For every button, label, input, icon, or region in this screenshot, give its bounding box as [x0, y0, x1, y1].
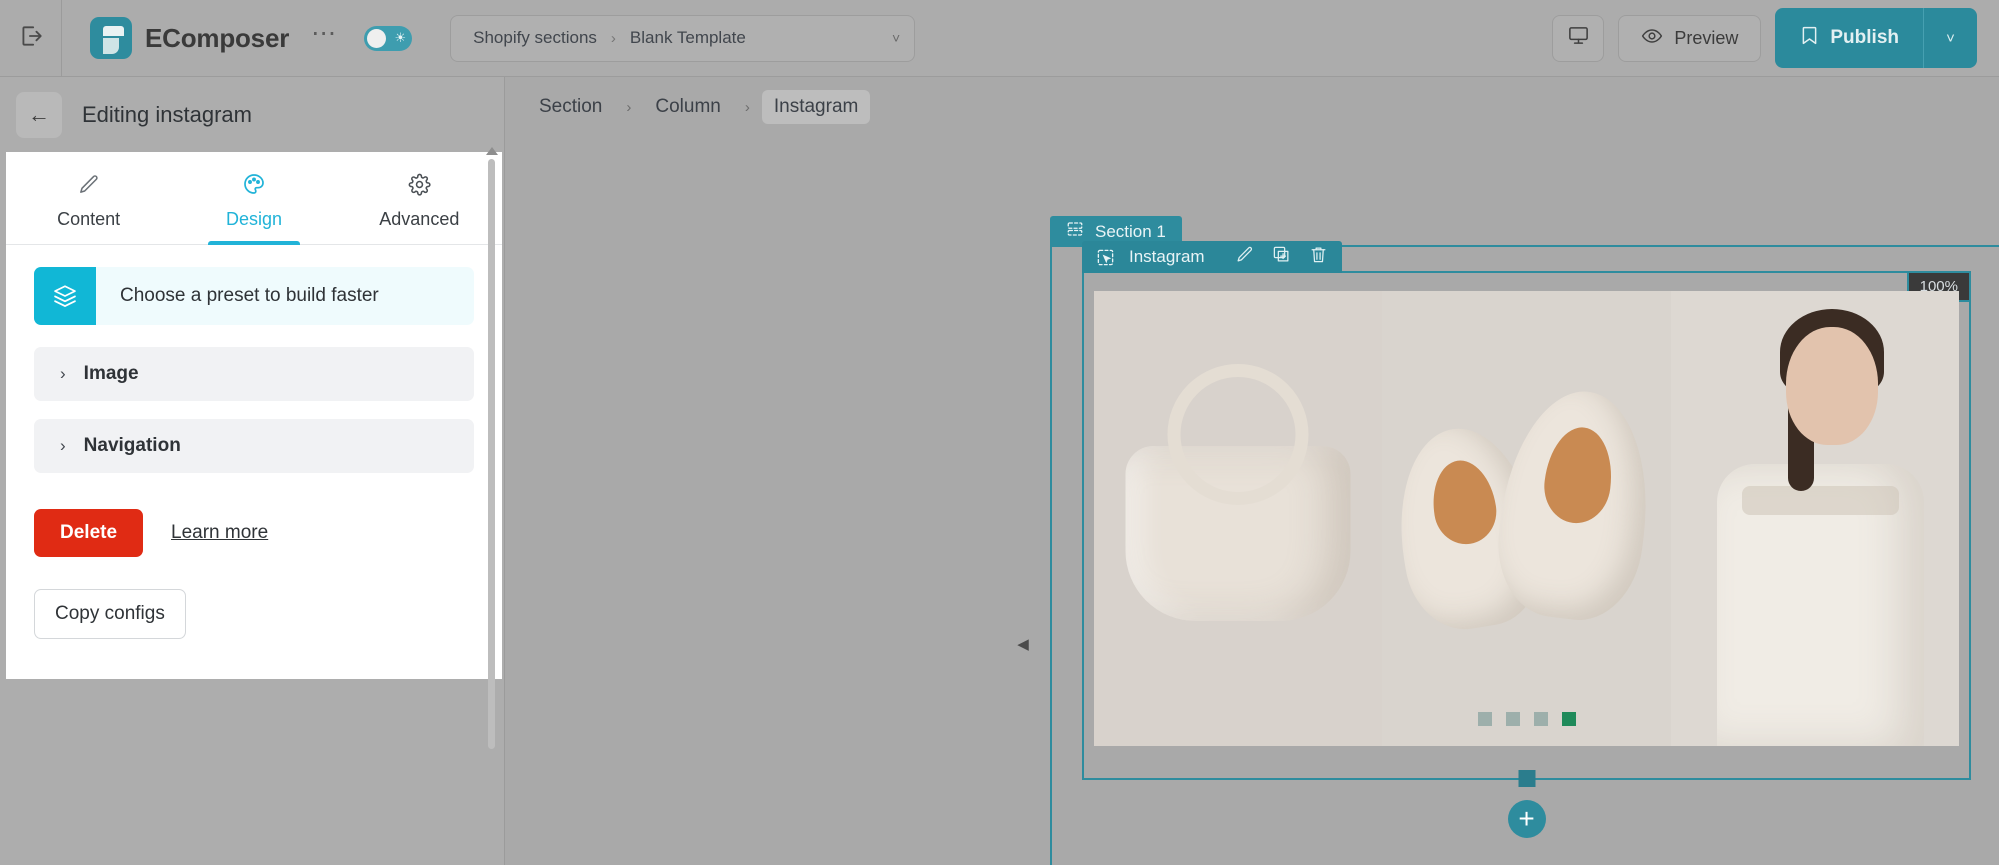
resize-handle[interactable] [1518, 770, 1535, 787]
head-shape [1785, 327, 1878, 446]
design-panel: Choose a preset to build faster › Image … [6, 245, 502, 679]
carousel-dot-active[interactable] [1561, 712, 1576, 726]
choose-preset-button[interactable]: Choose a preset to build faster [34, 267, 474, 325]
tab-design-label: Design [225, 209, 282, 229]
sidebar-header: ← Editing instagram [0, 77, 504, 152]
shoe-shape-right [1490, 383, 1661, 627]
breadcrumb-item-column[interactable]: Column [643, 90, 732, 124]
preview-button[interactable]: Preview [1618, 14, 1762, 62]
element-actions [1235, 245, 1328, 269]
brand-name: EComposer [145, 22, 290, 53]
exit-icon [18, 23, 44, 54]
carousel-dot[interactable] [1533, 712, 1548, 726]
arrow-left-icon: ← [28, 101, 50, 127]
chevron-down-icon[interactable]: ˅ [852, 30, 900, 46]
brand[interactable]: EComposer [62, 17, 289, 59]
carousel-dot[interactable] [1477, 712, 1492, 726]
preview-label: Preview [1674, 27, 1739, 48]
publish-group: Publish ˅ [1775, 8, 1977, 68]
breadcrumb-separator: › [744, 98, 750, 116]
tab-advanced-label: Advanced [379, 209, 460, 229]
chevron-right-icon: › [60, 364, 66, 383]
toggle-knob [367, 28, 387, 48]
section-icon [1066, 220, 1084, 243]
sun-icon: ☀ [394, 30, 407, 45]
carousel-dot[interactable] [1505, 712, 1520, 726]
bookmark-icon [1799, 25, 1820, 52]
delete-icon[interactable] [1309, 245, 1328, 269]
ecomposer-logo-icon [90, 17, 132, 59]
palette-icon [242, 172, 266, 196]
canvas-area: Section › Column › Instagram ◀ Section 1… [505, 77, 1999, 865]
theme-toggle[interactable]: ☀ [364, 25, 413, 51]
app-root: EComposer ⋯ ☀ Shopify sections › Blank T… [0, 0, 1999, 865]
learn-more-link[interactable]: Learn more [171, 522, 268, 544]
gear-icon [408, 172, 431, 196]
template-breadcrumb[interactable]: Shopify sections › Blank Template ˅ [450, 14, 916, 62]
exit-button[interactable] [0, 0, 62, 77]
sidebar-scrollbar[interactable] [486, 147, 498, 749]
canvas-stage: ◀ Section 1 Instagram 100% + [505, 137, 1999, 865]
section-label-text: Section 1 [1095, 221, 1166, 241]
copy-configs-button[interactable]: Copy configs [34, 589, 186, 639]
layers-icon [34, 267, 96, 325]
element-select-icon [1096, 248, 1115, 267]
accordion-image[interactable]: › Image [34, 347, 474, 401]
instagram-image-1[interactable] [1094, 291, 1383, 746]
action-row: Delete Learn more [34, 509, 474, 557]
eye-icon [1641, 25, 1663, 52]
breadcrumb-root: Shopify sections [473, 28, 597, 47]
breadcrumb-item-instagram[interactable]: Instagram [761, 90, 871, 124]
breadcrumb: Section › Column › Instagram [505, 77, 1999, 137]
settings-tabs: Content Design Advanced [6, 152, 502, 245]
top-bar: EComposer ⋯ ☀ Shopify sections › Blank T… [0, 0, 1999, 77]
publish-options-button[interactable]: ˅ [1923, 8, 1977, 68]
publish-button[interactable]: Publish [1775, 8, 1923, 68]
desktop-icon [1567, 24, 1590, 52]
accordion-navigation-label: Navigation [83, 435, 181, 456]
back-button[interactable]: ← [16, 91, 62, 138]
instagram-element-outline[interactable]: Instagram 100% + [1082, 241, 1971, 838]
instagram-image-3[interactable] [1670, 291, 1959, 746]
accordion-image-label: Image [83, 363, 139, 384]
collapse-sidebar-button[interactable]: ◀ [1012, 624, 1034, 664]
breadcrumb-separator: › [626, 98, 632, 116]
top-bar-actions: Preview Publish ˅ [1552, 8, 1999, 68]
accordion-navigation[interactable]: › Navigation [34, 419, 474, 473]
section-outline[interactable]: Section 1 Instagram 100% + [1050, 216, 1999, 865]
delete-button[interactable]: Delete [34, 509, 144, 557]
duplicate-icon[interactable] [1272, 245, 1291, 269]
main-area: ← Editing instagram Content Design Advan… [0, 77, 1999, 865]
breadcrumb-separator: › [610, 29, 616, 47]
ellipsis-icon[interactable]: ⋯ [311, 21, 338, 48]
tab-design[interactable]: Design [171, 152, 336, 245]
jacket-shape [1716, 463, 1925, 746]
add-element-button[interactable]: + [1507, 800, 1546, 838]
page-title: Editing instagram [82, 101, 252, 127]
element-label-text: Instagram [1129, 247, 1205, 266]
choose-preset-label: Choose a preset to build faster [120, 285, 379, 306]
publish-label: Publish [1830, 27, 1899, 48]
tab-content[interactable]: Content [6, 152, 171, 244]
chevron-right-icon: › [60, 436, 66, 455]
element-toolbar: Instagram [1082, 241, 1342, 273]
device-preview-button[interactable] [1552, 14, 1605, 62]
settings-card: Content Design Advanced Choose a preset … [6, 152, 502, 679]
settings-sidebar: ← Editing instagram Content Design Advan… [0, 77, 505, 865]
instagram-image-strip [1094, 291, 1959, 746]
instagram-image-2[interactable] [1382, 291, 1671, 746]
carousel-pagination [1084, 712, 1969, 726]
breadcrumb-current: Blank Template [629, 28, 746, 47]
breadcrumb-item-section[interactable]: Section [527, 90, 614, 124]
tab-advanced[interactable]: Advanced [337, 152, 502, 244]
edit-icon[interactable] [1235, 245, 1254, 269]
pencil-icon [77, 172, 100, 196]
tab-content-label: Content [57, 209, 121, 229]
